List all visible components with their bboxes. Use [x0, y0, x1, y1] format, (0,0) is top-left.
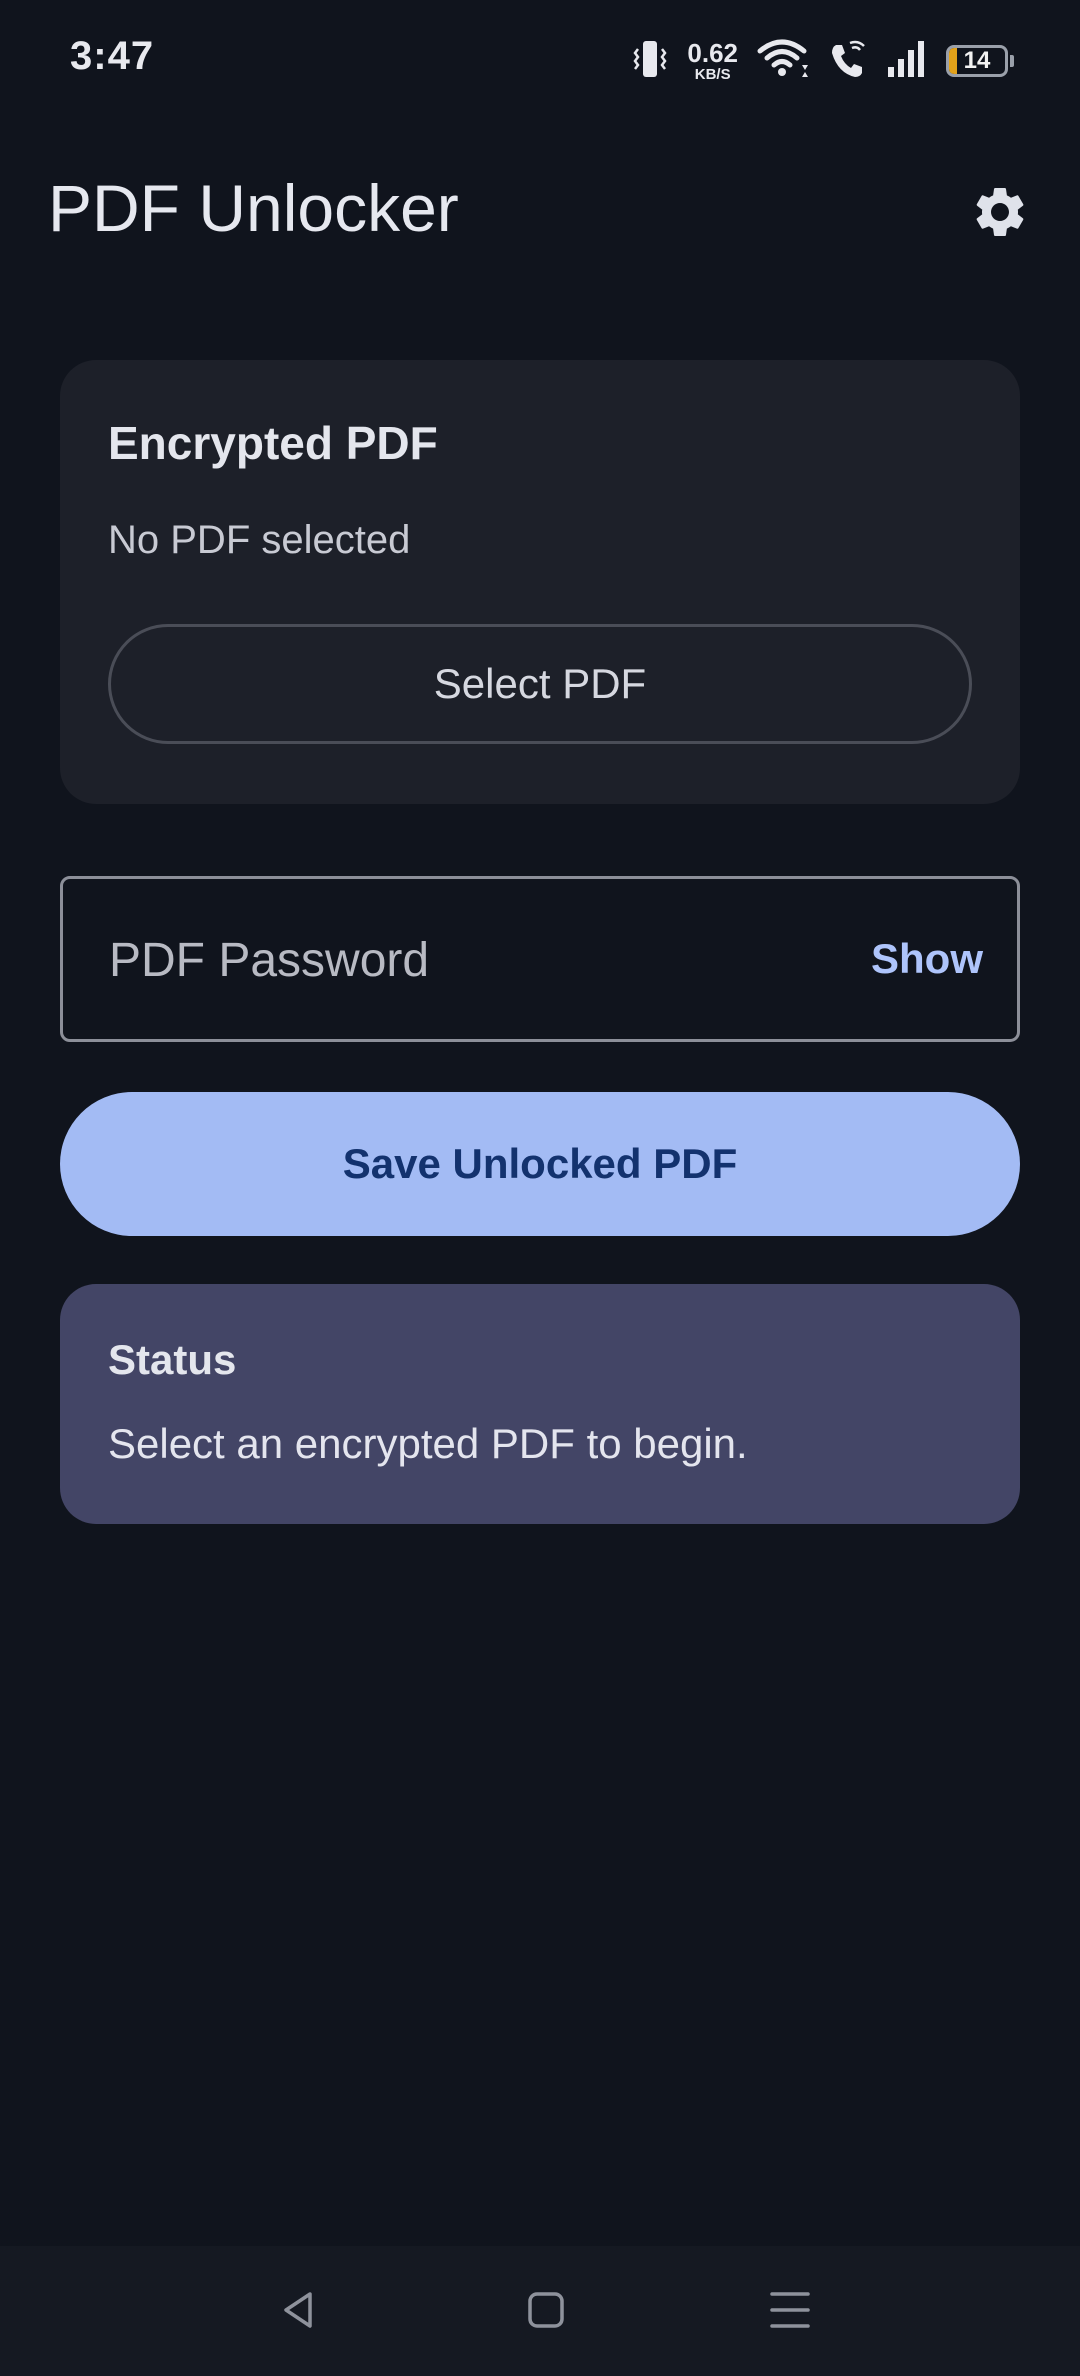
password-field: Show	[60, 876, 1020, 1042]
back-icon	[276, 2288, 320, 2337]
wifi-call-icon	[828, 37, 868, 86]
network-speed-unit: KB/S	[694, 66, 731, 83]
battery-nub	[1010, 55, 1014, 67]
select-pdf-button[interactable]: Select PDF	[108, 624, 972, 744]
status-time: 3:47	[70, 34, 155, 78]
menu-icon	[768, 2288, 812, 2337]
status-icons: 0.62 KB/S 14	[631, 36, 1014, 86]
page-title: PDF Unlocker	[48, 171, 459, 245]
selected-file-status: No PDF selected	[108, 518, 411, 562]
wifi-icon	[756, 37, 810, 86]
vibrate-icon	[631, 37, 669, 86]
battery-icon: 14	[946, 45, 1008, 77]
status-message: Select an encrypted PDF to begin.	[108, 1420, 748, 1467]
nav-back-button[interactable]	[266, 2280, 330, 2344]
network-speed-value: 0.62	[687, 38, 738, 68]
encrypted-pdf-card: Encrypted PDF No PDF selected Select PDF	[60, 360, 1020, 804]
app-screen: 3:47 0.62 KB/S 14 PDF Unlocker Encrypted…	[0, 0, 1080, 2376]
network-speed: 0.62 KB/S	[687, 40, 738, 82]
encrypted-pdf-title: Encrypted PDF	[108, 417, 438, 469]
battery-level: 14	[963, 47, 991, 74]
status-title: Status	[108, 1336, 237, 1383]
settings-button[interactable]	[964, 178, 1036, 250]
battery-fill	[949, 48, 957, 74]
gear-icon	[970, 182, 1030, 247]
nav-menu-button[interactable]	[758, 2280, 822, 2344]
status-card: Status Select an encrypted PDF to begin.	[60, 1284, 1020, 1524]
system-nav-bar	[0, 2246, 1080, 2376]
home-icon	[524, 2288, 568, 2337]
password-input[interactable]	[107, 879, 811, 1041]
cell-signal-icon	[886, 37, 928, 86]
show-password-toggle[interactable]: Show	[871, 935, 983, 983]
status-bar: 3:47 0.62 KB/S 14	[0, 0, 1080, 120]
save-unlocked-pdf-button[interactable]: Save Unlocked PDF	[60, 1092, 1020, 1236]
nav-home-button[interactable]	[514, 2280, 578, 2344]
